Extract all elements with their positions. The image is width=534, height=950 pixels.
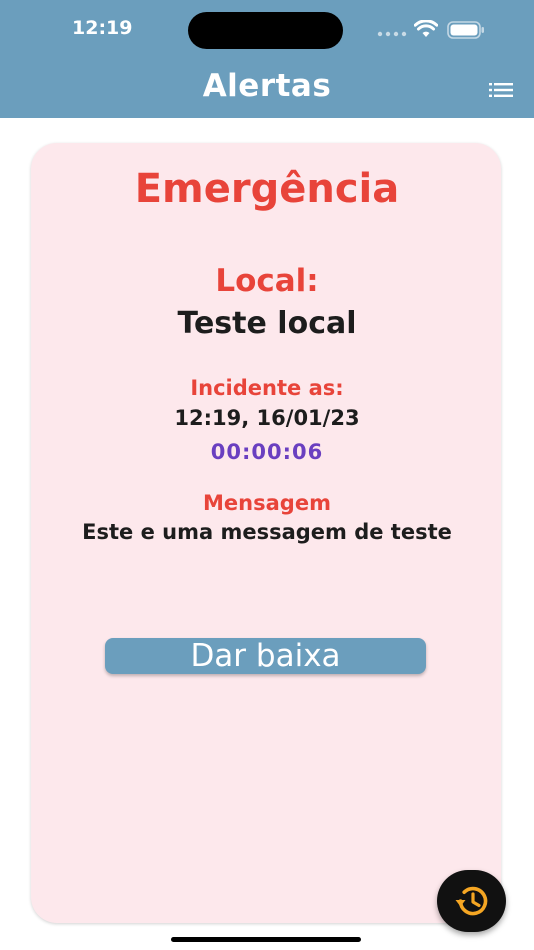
home-indicator — [171, 937, 361, 942]
message-text: Este e uma messagem de teste — [82, 520, 452, 544]
local-label: Local: — [215, 263, 319, 299]
list-icon[interactable] — [489, 82, 513, 98]
wifi-icon — [414, 20, 438, 37]
status-time: 12:19 — [72, 17, 133, 39]
dismiss-button[interactable]: Dar baixa — [105, 638, 426, 674]
elapsed-timer: 00:00:06 — [210, 440, 324, 464]
alert-type-title: Emergência — [134, 166, 400, 212]
cellular-signal-icon — [377, 31, 407, 37]
app-header: 12:19 Alertas — [0, 0, 534, 118]
incident-time: 12:19, 16/01/23 — [174, 406, 360, 430]
battery-icon — [447, 21, 484, 39]
message-label: Mensagem — [203, 491, 331, 515]
history-icon — [455, 886, 488, 916]
page-title: Alertas — [202, 68, 332, 104]
history-button[interactable] — [437, 870, 506, 932]
incident-label: Incidente as: — [190, 376, 344, 400]
dynamic-island — [188, 12, 343, 49]
local-value: Teste local — [177, 306, 357, 341]
